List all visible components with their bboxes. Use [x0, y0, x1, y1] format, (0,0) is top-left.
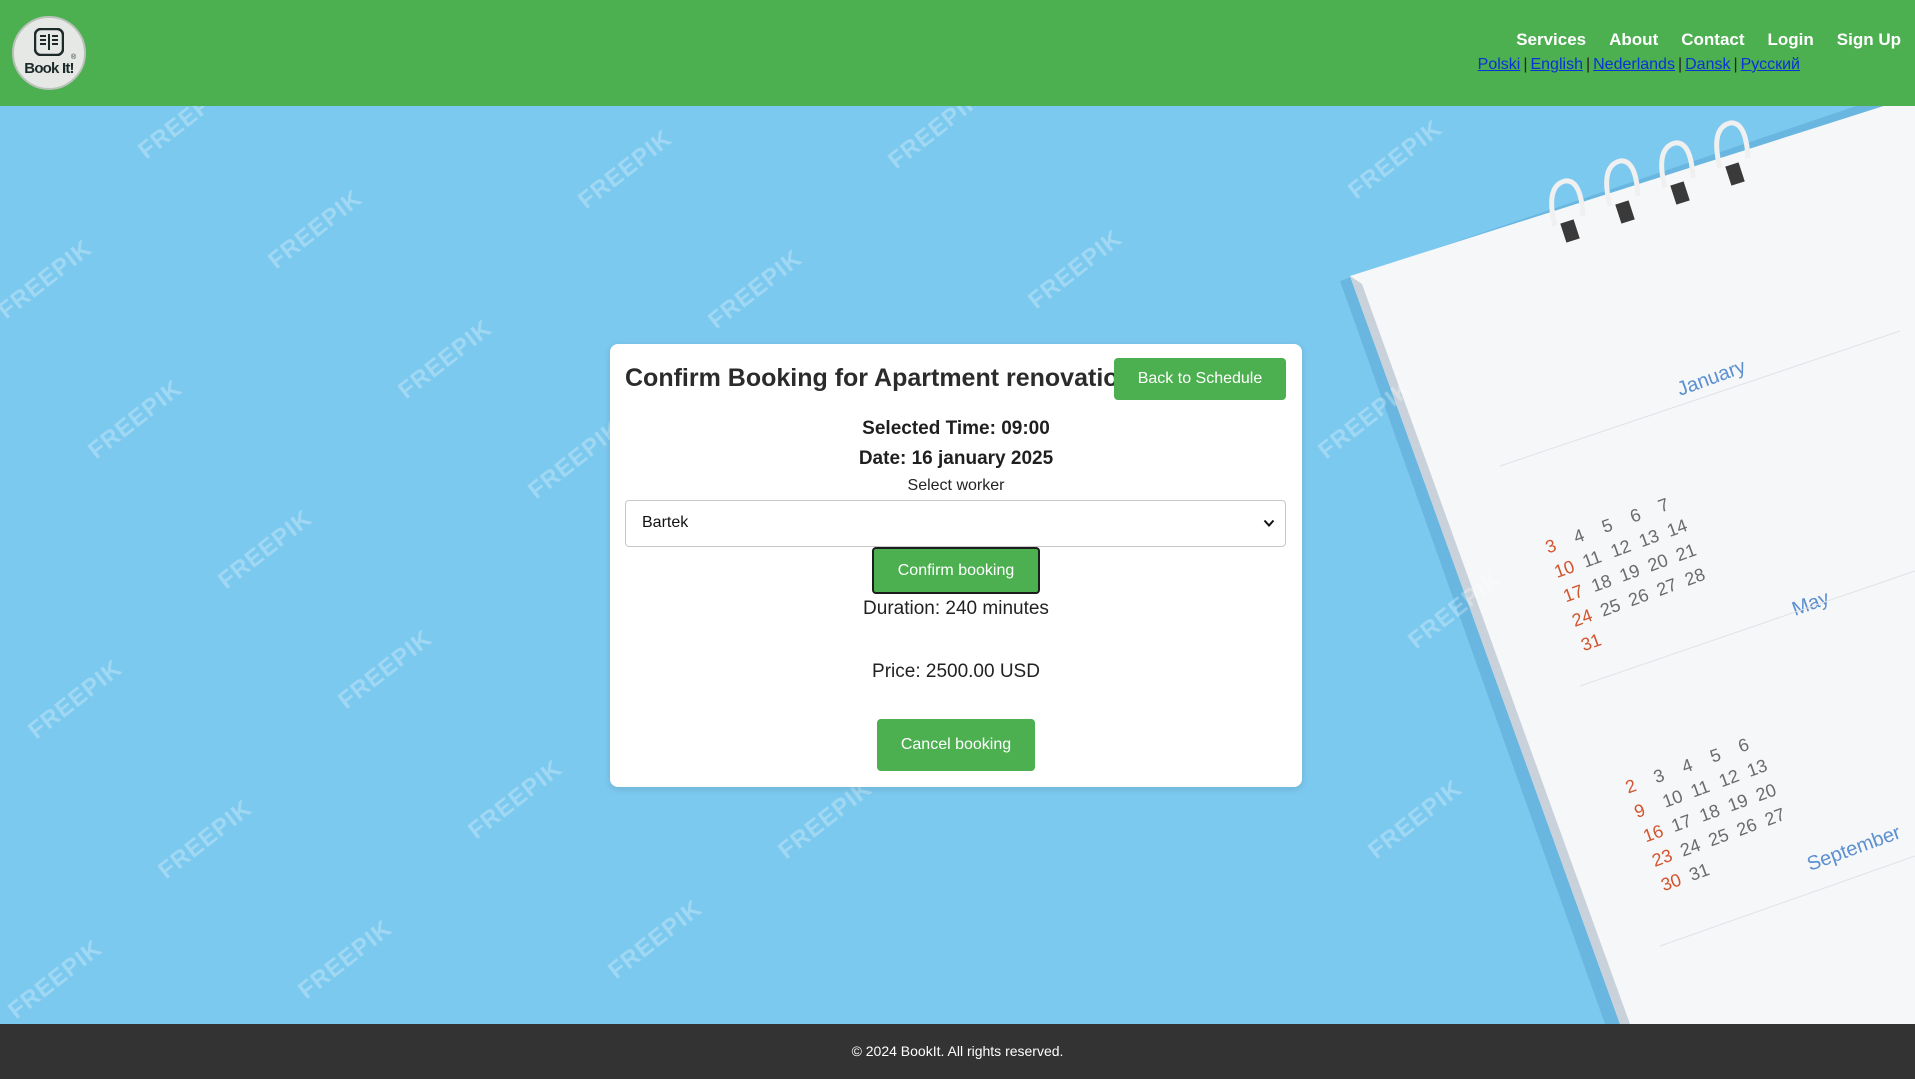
lang-separator: | — [1585, 56, 1591, 73]
booking-title: Confirm Booking for Apartment renovation — [625, 364, 1134, 392]
nav-about[interactable]: About — [1609, 30, 1658, 50]
nav-contact[interactable]: Contact — [1681, 30, 1744, 50]
main-nav: Services About Contact Login Sign Up — [1493, 30, 1901, 50]
select-worker-label: Select worker — [907, 477, 1005, 494]
lang-nederlands[interactable]: Nederlands — [1593, 56, 1675, 73]
lang-separator: | — [1733, 56, 1738, 73]
nav-services[interactable]: Services — [1516, 30, 1586, 50]
selected-date: Date: 16 january 2025 — [858, 448, 1054, 469]
language-switcher: Polski | English | Nederlands | Dansk | Русский — [1478, 55, 1800, 75]
back-to-schedule-button[interactable]: Back to Schedule — [1114, 358, 1286, 400]
price-text: Price: 2500.00 USD — [872, 661, 1040, 682]
logo-text: Book It! — [24, 60, 74, 77]
lang-english[interactable]: English — [1530, 56, 1582, 73]
duration-text: Duration: 240 minutes — [863, 598, 1049, 619]
lang-separator: | — [1677, 56, 1683, 73]
bookit-logo[interactable]: Book It! ® — [12, 16, 86, 90]
nav-sign-up[interactable]: Sign Up — [1837, 30, 1901, 50]
worker-select-value: Bartek — [642, 514, 689, 531]
site-header: Book It! ® Services About Contact Login … — [0, 0, 1915, 106]
lang-russian[interactable]: Русский — [1741, 56, 1800, 73]
site-footer: © 2024 BookIt. All rights reserved. — [0, 1024, 1915, 1079]
copyright-text: © 2024 BookIt. All rights reserved. — [851, 1043, 1064, 1059]
cancel-booking-button[interactable]: Cancel booking — [877, 719, 1035, 771]
lang-separator: | — [1523, 56, 1528, 73]
registered-mark: ® — [71, 54, 77, 61]
book-icon — [34, 28, 64, 56]
confirm-booking-button[interactable]: Confirm booking — [872, 547, 1040, 594]
booking-card: Confirm Booking for Apartment renovation… — [610, 344, 1302, 787]
page: January May September 34567 10 11 12 13 14 1… — [0, 0, 1915, 1079]
chevron-down-icon — [1263, 519, 1275, 527]
worker-select[interactable]: Bartek — [625, 500, 1286, 547]
lang-polski[interactable]: Polski — [1478, 56, 1521, 73]
lang-dansk[interactable]: Dansk — [1685, 56, 1730, 73]
selected-time: Selected Time: 09:00 — [862, 418, 1050, 439]
nav-login[interactable]: Login — [1768, 30, 1814, 50]
